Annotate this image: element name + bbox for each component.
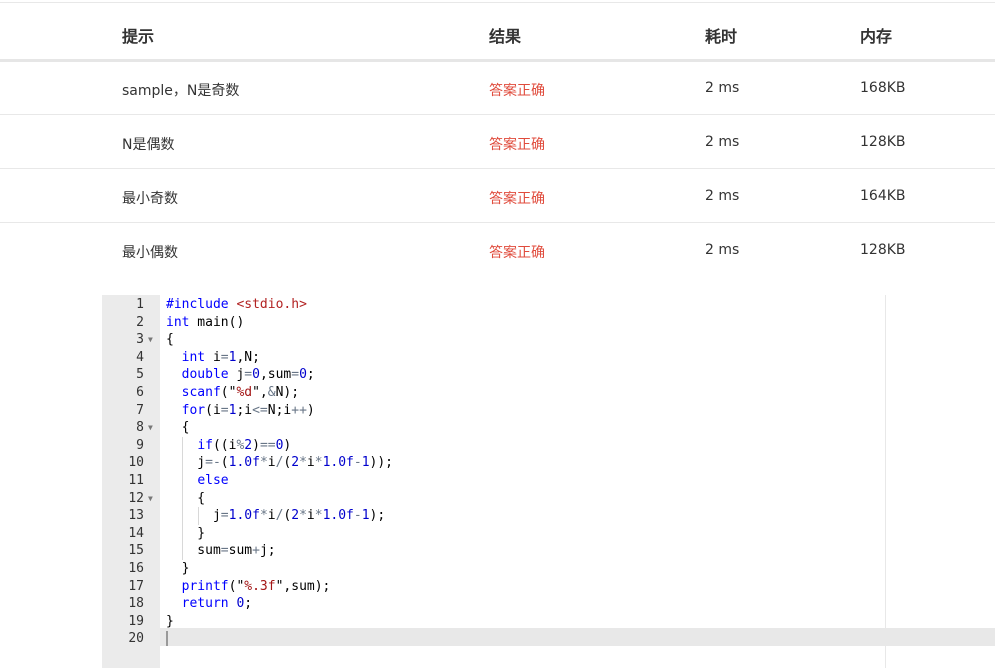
row-hint: sample，N是奇数 — [122, 83, 240, 99]
code-text-area[interactable]: #include <stdio.h> int main() { int i=1,N;… — [160, 295, 995, 668]
fold-toggle-icon[interactable]: ▼ — [148, 331, 158, 349]
line-number: 19 — [128, 613, 144, 629]
line-number: 14 — [128, 525, 144, 541]
code-line: int main() — [166, 314, 245, 330]
row-result: 答案正确 — [489, 137, 545, 153]
line-number: 17 — [128, 578, 144, 594]
code-line: } — [166, 613, 174, 629]
code-line: if((i%2)==0) — [197, 437, 292, 453]
line-number: 18 — [128, 596, 144, 612]
line-number: 15 — [128, 543, 144, 559]
code-line: j=-(1.0f*i/(2*i*1.0f-1)); — [166, 455, 394, 471]
code-line: } — [166, 561, 190, 576]
line-number: 16 — [128, 561, 144, 576]
line-number: 2 — [136, 314, 144, 330]
row-hint: 最小奇数 — [122, 191, 178, 207]
code-line: } — [166, 525, 206, 541]
print-margin — [885, 295, 886, 668]
code-line: { — [166, 420, 190, 436]
table-row: 最小奇数 答案正确 2 ms 164KB — [0, 169, 995, 223]
indent-guide — [182, 436, 183, 560]
row-memory: 128KB — [860, 242, 906, 258]
header-hint: 提示 — [122, 27, 155, 46]
code-editor[interactable]: 1 2 3 ▼ 4 5 6 7 8 ▼ 9 10 11 12 ▼ 13 14 15 16 17 18 19 20 #incl… — [102, 295, 995, 668]
code-line: { — [166, 332, 174, 348]
row-result: 答案正确 — [489, 191, 545, 207]
code-line: int i=1,N; — [181, 349, 260, 365]
line-number: 1 — [136, 297, 144, 312]
code-line: return 0; — [181, 596, 253, 612]
line-number-gutter: 1 2 3 ▼ 4 5 6 7 8 ▼ 9 10 11 12 ▼ 13 14 15 16 17 18 19 20 — [102, 295, 160, 668]
line-number: 11 — [128, 473, 144, 488]
code-line: double j=0,sum=0; — [181, 367, 315, 383]
fold-toggle-icon[interactable]: ▼ — [148, 419, 158, 437]
row-time: 2 ms — [705, 80, 740, 96]
code-line: scanf("%d",&N); — [181, 385, 300, 400]
table-row: 最小偶数 答案正确 2 ms 128KB — [0, 223, 995, 276]
line-number: 9 — [136, 437, 144, 453]
code-line: else — [197, 473, 229, 488]
row-memory: 128KB — [860, 134, 906, 150]
line-number: 4 — [136, 349, 144, 365]
line-number: 13 — [128, 508, 144, 524]
row-memory: 168KB — [860, 80, 906, 96]
table-row: N是偶数 答案正确 2 ms 128KB — [0, 115, 995, 169]
row-result: 答案正确 — [489, 83, 545, 99]
row-hint: 最小偶数 — [122, 245, 178, 261]
code-line: printf("%.3f",sum); — [181, 578, 331, 594]
line-number: 3 — [136, 332, 144, 348]
row-hint: N是偶数 — [122, 137, 175, 153]
code-line: { — [166, 490, 206, 506]
header-result: 结果 — [489, 27, 522, 46]
fold-toggle-icon[interactable]: ▼ — [148, 490, 158, 508]
line-number: 12 — [128, 490, 144, 506]
header-memory: 内存 — [860, 27, 893, 46]
table-header: 提示 结果 耗时 内存 — [0, 2, 995, 62]
header-time: 耗时 — [705, 27, 738, 46]
row-memory: 164KB — [860, 188, 906, 204]
text-cursor — [166, 631, 168, 647]
line-number: 7 — [136, 402, 144, 418]
row-time: 2 ms — [705, 134, 740, 150]
line-number: 20 — [128, 631, 144, 647]
line-number: 5 — [136, 367, 144, 383]
code-line: #include <stdio.h> — [166, 297, 307, 312]
line-number: 6 — [136, 385, 144, 400]
table-row: sample，N是奇数 答案正确 2 ms 168KB — [0, 61, 995, 115]
row-time: 2 ms — [705, 242, 740, 258]
row-time: 2 ms — [705, 188, 740, 204]
indent-guide — [198, 507, 199, 525]
line-number: 8 — [136, 420, 144, 436]
line-number: 10 — [128, 455, 144, 471]
row-result: 答案正确 — [489, 245, 545, 261]
code-line: for(i=1;i<=N;i++) — [181, 402, 315, 418]
